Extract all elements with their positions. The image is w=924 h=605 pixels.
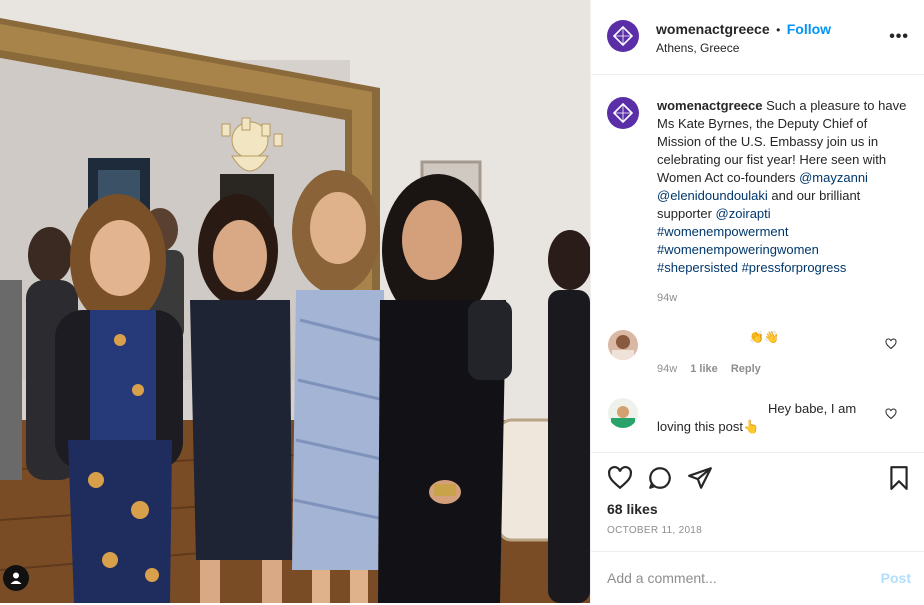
profile-avatar[interactable] xyxy=(607,20,639,52)
add-comment-bar: Add a comment... Post xyxy=(591,551,924,605)
hashtag-link[interactable]: #shepersisted xyxy=(657,260,738,275)
likes-count[interactable]: 68 likes xyxy=(607,501,658,517)
caption-username[interactable]: womenactgreece xyxy=(657,98,763,113)
post-date: OCTOBER 11, 2018 xyxy=(607,525,703,536)
post-comment-button[interactable]: Post xyxy=(881,570,911,586)
comment-text: 👏👋 xyxy=(749,330,779,344)
mention-link[interactable]: @mayzanni xyxy=(799,170,868,185)
like-heart-icon[interactable] xyxy=(607,465,633,491)
caption-age: 94w xyxy=(657,292,678,304)
comment-bubble-icon[interactable] xyxy=(647,465,673,491)
post-caption: womenactgreece Such a pleasure to have M… xyxy=(657,97,907,277)
reply-button[interactable]: Reply xyxy=(731,363,761,375)
commenter-avatar[interactable] xyxy=(608,398,638,428)
save-bookmark-icon[interactable] xyxy=(887,465,911,491)
more-options-button[interactable]: ••• xyxy=(889,28,909,46)
diamond-logo-icon xyxy=(613,103,633,123)
comment-text: loving this post👆 xyxy=(657,419,760,434)
comment-like-icon[interactable] xyxy=(885,338,897,350)
post-location[interactable]: Athens, Greece xyxy=(656,41,739,55)
diamond-logo-icon xyxy=(613,26,633,46)
post-header: womenactgreece • Follow Athens, Greece •… xyxy=(591,0,924,75)
avatar-photo xyxy=(611,406,635,428)
add-comment-input[interactable]: Add a comment... xyxy=(607,570,717,586)
avatar-photo xyxy=(612,335,634,360)
header-username[interactable]: womenactgreece xyxy=(656,21,770,37)
comment-likes[interactable]: 1 like xyxy=(690,363,718,375)
comment-age: 94w xyxy=(657,363,678,375)
hashtag-link[interactable]: #womenempoweringwomen xyxy=(657,242,819,257)
comment-like-icon[interactable] xyxy=(885,408,897,420)
post-photo[interactable] xyxy=(0,0,590,603)
hashtag-link[interactable]: #womenempowerment xyxy=(657,224,789,239)
post-side-panel: womenactgreece • Follow Athens, Greece •… xyxy=(590,0,924,603)
follow-separator: • xyxy=(776,23,781,37)
follow-button[interactable]: Follow xyxy=(787,21,831,37)
comment-text: Hey babe, I am xyxy=(768,401,857,416)
mention-link[interactable]: @zoirapti xyxy=(716,206,771,221)
tagged-people-button[interactable] xyxy=(3,565,29,591)
mention-link[interactable]: @elenidoundoulaki xyxy=(657,188,768,203)
share-paper-plane-icon[interactable] xyxy=(687,465,713,491)
instagram-post-view: womenactgreece • Follow Athens, Greece •… xyxy=(0,0,924,603)
caption-avatar[interactable] xyxy=(607,97,639,129)
photo-illustration xyxy=(0,0,590,603)
user-icon xyxy=(10,572,22,584)
commenter-avatar[interactable] xyxy=(608,330,638,360)
hashtag-link[interactable]: #pressforprogress xyxy=(742,260,847,275)
comment-meta: 94w 1 like Reply xyxy=(657,363,761,375)
post-actions: 68 likes OCTOBER 11, 2018 Add a comment.… xyxy=(591,452,924,604)
